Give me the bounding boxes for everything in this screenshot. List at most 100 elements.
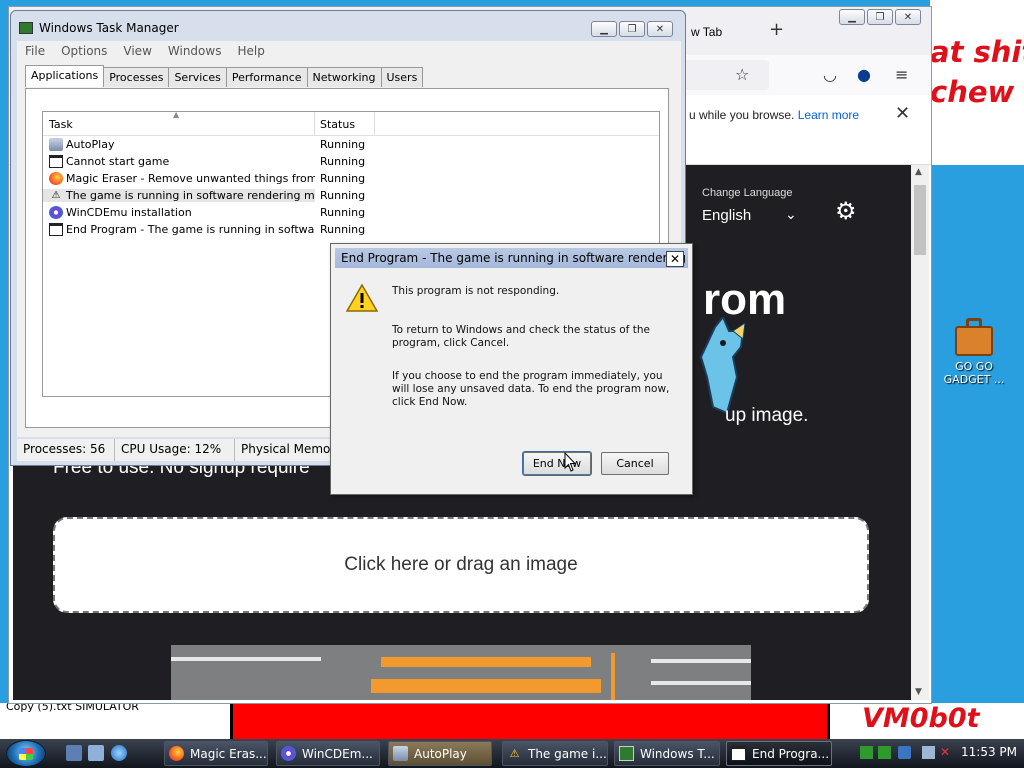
wallpaper-red-stripe	[230, 703, 830, 739]
tab-users[interactable]: Users	[380, 67, 424, 87]
cancel-instruction-text: To return to Windows and check the statu…	[392, 324, 650, 349]
taskbar-button-label: Windows T...	[640, 746, 715, 761]
vm-watermark: VM0b0t	[862, 703, 980, 734]
menu-help[interactable]: Help	[229, 41, 272, 61]
taskbar-button-autoplay[interactable]: AutoPlay	[388, 741, 492, 766]
browser-window-controls: ▁ ❐ ✕	[839, 9, 921, 25]
account-icon[interactable]: ●	[857, 65, 871, 84]
column-task-label: Task	[49, 118, 73, 131]
taskbar-button-end-program[interactable]: End Progra...	[726, 741, 832, 766]
table-row[interactable]: ⚠ The game is running in software renderi…	[43, 187, 659, 204]
autoplay-icon	[393, 746, 408, 761]
sort-up-icon: ▲	[173, 110, 180, 119]
task-status: Running	[320, 189, 366, 202]
tab-performance[interactable]: Performance	[225, 67, 308, 87]
maximize-button[interactable]: ❐	[867, 9, 893, 25]
tab-services[interactable]: Services	[168, 67, 227, 87]
window-icon	[49, 155, 63, 168]
end-now-button[interactable]: End Now	[522, 451, 592, 476]
network-icon[interactable]	[922, 746, 935, 759]
image-drop-zone[interactable]: Click here or drag an image	[53, 517, 869, 613]
end-now-warning-text: If you choose to end the program immedia…	[392, 370, 670, 408]
internet-explorer-icon[interactable]	[111, 745, 127, 761]
column-status-header[interactable]: Status	[315, 112, 375, 135]
notice-close-icon[interactable]: ✕	[895, 103, 910, 124]
desktop-icon-go-go-gadget[interactable]: GO GO GADGET ...	[938, 316, 1010, 386]
close-button[interactable]: ✕	[647, 21, 673, 37]
learn-more-link[interactable]: Learn more	[798, 108, 859, 122]
close-button[interactable]: ✕	[895, 9, 921, 25]
menu-file[interactable]: File	[17, 41, 53, 61]
taskbar-button-game-warning[interactable]: ⚠ The game i...	[502, 741, 608, 766]
column-task-header[interactable]: ▲ Task	[43, 110, 315, 135]
taskbar-button-magic-eraser[interactable]: Magic Eras...	[164, 741, 268, 766]
close-icon[interactable]: ✕	[666, 251, 684, 267]
url-bar[interactable]	[679, 60, 769, 90]
menu-options[interactable]: Options	[53, 41, 115, 61]
task-name: End Program - The game is running in sof…	[66, 223, 315, 236]
start-button[interactable]	[6, 740, 46, 767]
browser-tab-new[interactable]: w Tab	[691, 25, 722, 39]
task-name: The game is running in software renderin…	[66, 189, 315, 202]
table-row[interactable]: WinCDEmu installation Running	[43, 204, 659, 221]
tab-networking[interactable]: Networking	[306, 67, 382, 87]
tab-processes[interactable]: Processes	[103, 67, 170, 87]
menu-windows[interactable]: Windows	[160, 41, 230, 61]
minimize-button[interactable]: ▁	[839, 9, 865, 25]
task-manager-window-controls: ▁ ❐ ✕	[591, 21, 673, 37]
cpu-meter-icon[interactable]	[860, 746, 873, 759]
pocket-icon[interactable]: ◡	[823, 65, 837, 84]
gear-icon[interactable]: ⚙	[835, 197, 857, 225]
scroll-thumb[interactable]	[914, 185, 926, 255]
end-program-dialog[interactable]: End Program - The game is running in sof…	[330, 243, 693, 495]
scroll-down-icon[interactable]: ▼	[915, 687, 922, 697]
maximize-button[interactable]: ❐	[619, 21, 645, 37]
taskbar-button-task-manager[interactable]: Windows T...	[614, 741, 720, 766]
mouse-cursor-icon	[564, 452, 576, 472]
task-name: Magic Eraser - Remove unwanted things fr…	[66, 172, 315, 185]
bookmark-star-icon[interactable]: ☆	[735, 65, 749, 84]
task-name: WinCDEmu installation	[66, 206, 192, 219]
table-row[interactable]: Cannot start game Running	[43, 153, 659, 170]
task-name: Cannot start game	[66, 155, 170, 168]
menu-view[interactable]: View	[115, 41, 159, 61]
show-desktop-icon[interactable]	[66, 745, 82, 761]
language-select[interactable]: English	[702, 207, 751, 224]
task-status: Running	[320, 172, 366, 185]
taskbar: Magic Eras... WinCDEm... AutoPlay ⚠ The g…	[0, 739, 1024, 768]
scroll-up-icon[interactable]: ▲	[915, 167, 922, 177]
firefox-icon	[49, 172, 63, 185]
desktop-icon-label: GO GO GADGET ...	[943, 360, 1005, 386]
menu-hamburger-icon[interactable]: ≡	[895, 65, 908, 84]
table-row[interactable]: Magic Eraser - Remove unwanted things fr…	[43, 170, 659, 187]
window-icon	[731, 746, 746, 761]
minimize-button[interactable]: ▁	[591, 21, 617, 37]
not-responding-text: This program is not responding.	[392, 285, 560, 297]
warning-icon: ⚠	[51, 190, 61, 201]
wincdemu-icon	[281, 746, 296, 761]
taskbar-button-label: AutoPlay	[414, 746, 467, 761]
new-tab-plus-icon[interactable]: +	[769, 19, 784, 40]
task-manager-tray-icon[interactable]	[878, 746, 891, 759]
table-row[interactable]: End Program - The game is running in sof…	[43, 221, 659, 238]
volume-muted-icon[interactable]: ✕	[940, 746, 953, 759]
table-row[interactable]: AutoPlay Running	[43, 136, 659, 153]
task-manager-icon	[19, 22, 33, 34]
keyboard-icon[interactable]	[898, 746, 911, 759]
switch-windows-icon[interactable]	[88, 745, 104, 761]
sample-image	[171, 645, 751, 700]
cancel-button[interactable]: Cancel	[601, 452, 669, 475]
window-icon	[49, 223, 63, 236]
chevron-down-icon[interactable]: ⌄	[785, 207, 797, 223]
briefcase-icon	[953, 316, 995, 356]
task-manager-tabs: Applications Processes Services Performa…	[25, 65, 424, 87]
tab-applications[interactable]: Applications	[25, 65, 105, 87]
mascot-image	[699, 317, 746, 415]
taskbar-button-wincdemu[interactable]: WinCDEm...	[276, 741, 380, 766]
browser-scrollbar[interactable]: ▲ ▼	[911, 165, 929, 700]
notice-message: u while you browse.	[689, 108, 795, 122]
task-status: Running	[320, 223, 366, 236]
windows-logo-icon	[19, 748, 33, 760]
clock[interactable]: 11:53 PM	[961, 745, 1017, 759]
hero-subtitle: up image.	[725, 405, 809, 426]
